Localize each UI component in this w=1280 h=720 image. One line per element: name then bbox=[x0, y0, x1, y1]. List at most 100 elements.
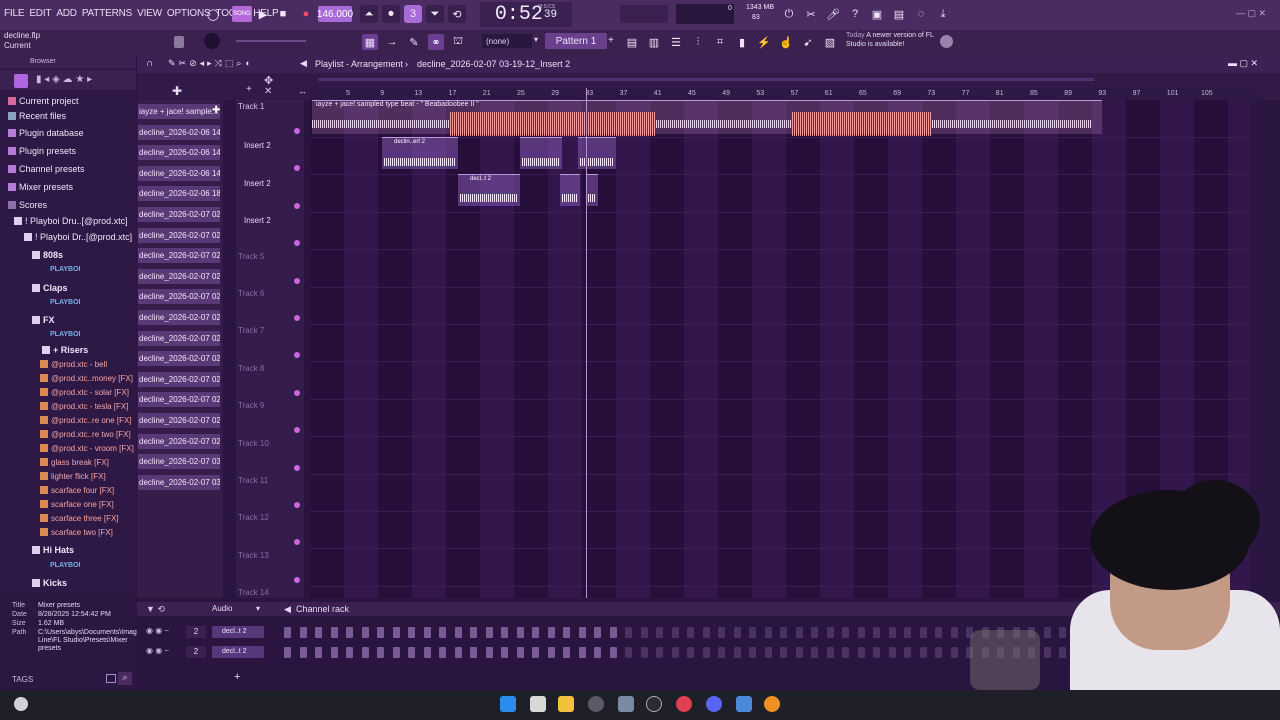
step-button[interactable] bbox=[578, 627, 586, 638]
playlist-tools[interactable]: ✎✂⊘◂▸⤨⬚⌕◖ bbox=[168, 58, 253, 69]
browser-folder-item[interactable]: Mixer presets bbox=[0, 182, 136, 192]
plugin-icon[interactable]: ⚡ bbox=[756, 34, 772, 50]
step-button[interactable] bbox=[330, 627, 338, 638]
step-button[interactable] bbox=[284, 627, 291, 638]
step-button[interactable] bbox=[392, 647, 400, 658]
track-header[interactable]: Track 13 bbox=[238, 551, 304, 560]
clip-source-item[interactable]: decline_2026-02-07 02-... bbox=[138, 433, 220, 449]
rack-filter[interactable]: Audio bbox=[212, 604, 232, 613]
browser-file-item[interactable]: scarface four [FX] bbox=[0, 486, 136, 495]
playhead[interactable] bbox=[586, 88, 587, 598]
rack-filter-dropdown-icon[interactable]: ▾ bbox=[256, 604, 260, 613]
horizontal-scrollbar[interactable] bbox=[318, 78, 1094, 81]
step-button[interactable] bbox=[733, 647, 741, 658]
browser-folder-item[interactable]: 808s bbox=[0, 250, 136, 260]
track-header[interactable]: Track 6 bbox=[238, 289, 304, 298]
track-header[interactable]: Track 9 bbox=[238, 401, 304, 410]
record-button[interactable]: ● bbox=[297, 5, 315, 23]
browser-file-item[interactable]: @prod.xtc..money [FX] bbox=[0, 374, 136, 383]
browser-tool-icons[interactable]: ▮ ◂ ◈ ☁ ★ ▸ bbox=[36, 74, 92, 85]
rack-menu-icon[interactable]: ▼ ⟲ bbox=[146, 604, 165, 615]
add-pattern-icon[interactable]: + bbox=[608, 35, 614, 46]
file-viewer-icon[interactable] bbox=[530, 696, 546, 712]
step-button[interactable] bbox=[687, 627, 694, 638]
step-button[interactable] bbox=[950, 627, 958, 638]
clip-source-item[interactable]: decline_2026-02-07 02-... bbox=[138, 330, 220, 346]
file-explorer-icon[interactable] bbox=[558, 696, 574, 712]
step-button[interactable] bbox=[377, 647, 384, 658]
step-button[interactable] bbox=[795, 627, 803, 638]
menu-edit[interactable]: EDIT bbox=[29, 8, 51, 19]
step-button[interactable] bbox=[594, 627, 601, 638]
channel-knobs[interactable]: ◉ ◉ − bbox=[146, 646, 169, 655]
step-button[interactable] bbox=[733, 627, 741, 638]
step-button[interactable] bbox=[408, 627, 415, 638]
clip-source-item[interactable]: decline_2026-02-07 02-... bbox=[138, 227, 220, 243]
loop-record-icon[interactable]: ⟲ bbox=[448, 5, 466, 23]
snap-arrow-icon[interactable]: → bbox=[384, 34, 400, 50]
step-button[interactable] bbox=[439, 647, 446, 658]
step-button[interactable] bbox=[935, 627, 942, 638]
time-display[interactable]: 0:52 39 bbox=[480, 2, 572, 27]
browser-folder-item[interactable]: Current project bbox=[0, 96, 136, 106]
step-button[interactable] bbox=[935, 647, 942, 658]
track-mute-toggle[interactable] bbox=[294, 389, 300, 396]
step-button[interactable] bbox=[532, 627, 539, 638]
step-button[interactable] bbox=[873, 627, 880, 638]
clip-source-item[interactable]: decline_2026-02-07 02-... bbox=[138, 392, 220, 408]
store-icon[interactable]: ▧ bbox=[822, 34, 838, 50]
step-button[interactable] bbox=[888, 647, 896, 658]
step-button[interactable] bbox=[609, 627, 617, 638]
channel-rack-icon[interactable]: ☰ bbox=[668, 34, 684, 50]
step-button[interactable] bbox=[625, 627, 632, 638]
step-button[interactable] bbox=[702, 647, 710, 658]
step-button[interactable] bbox=[919, 647, 927, 658]
clip-source-item[interactable]: decline_2026-02-06 14-... bbox=[138, 145, 220, 161]
step-button[interactable] bbox=[625, 647, 632, 658]
power-icon[interactable]: ⏻ bbox=[780, 5, 798, 23]
channel-name-button[interactable]: decl..t 2 bbox=[212, 646, 264, 658]
step-button[interactable] bbox=[563, 647, 570, 658]
metronome-icon[interactable]: ⏶ bbox=[360, 5, 378, 23]
track-header[interactable]: Insert 2 bbox=[244, 216, 310, 225]
record-mode-icon[interactable]: ◯ bbox=[204, 5, 222, 23]
clip-source-item[interactable]: decline_2026-02-06 18-... bbox=[138, 186, 220, 202]
clip-source-item[interactable]: decline_2026-02-07 02-... bbox=[138, 289, 220, 305]
step-button[interactable] bbox=[749, 627, 756, 638]
step-button[interactable] bbox=[640, 647, 648, 658]
step-button[interactable] bbox=[547, 647, 555, 658]
step-button[interactable] bbox=[346, 647, 353, 658]
clip-source-item[interactable]: decline_2026-02-07 02-... bbox=[138, 310, 220, 325]
step-button[interactable] bbox=[857, 627, 865, 638]
step-button[interactable] bbox=[656, 647, 663, 658]
step-button[interactable] bbox=[904, 647, 911, 658]
touch-icon[interactable]: ☝ bbox=[778, 34, 794, 50]
browser-folder-item[interactable]: Plugin database bbox=[0, 128, 136, 138]
step-button[interactable] bbox=[299, 647, 307, 658]
song-mode-button[interactable]: SONG bbox=[232, 6, 252, 22]
channel-mixer-number[interactable]: 2 bbox=[186, 646, 206, 658]
browser-folder-item[interactable]: Scores bbox=[0, 200, 136, 210]
add-channel-button[interactable]: + bbox=[234, 671, 240, 683]
pattern-picker-icon[interactable]: ✚ bbox=[172, 84, 182, 98]
stamp-icon[interactable]: ⛫ bbox=[450, 34, 466, 50]
browser-file-item[interactable]: scarface three [FX] bbox=[0, 514, 136, 523]
capture-icon[interactable] bbox=[646, 696, 662, 712]
add-track-icon[interactable]: + bbox=[246, 84, 252, 95]
browser-all-icon[interactable] bbox=[14, 74, 28, 88]
browser-folder-item[interactable]: Plugin presets bbox=[0, 146, 136, 156]
menu-view[interactable]: VIEW bbox=[137, 8, 162, 19]
menu-add[interactable]: ADD bbox=[56, 8, 77, 19]
browser-folder-item[interactable]: + Risers bbox=[0, 345, 136, 355]
clip-source-item[interactable]: decline_2026-02-07 02-... bbox=[138, 268, 220, 284]
track-header[interactable]: Insert 2 bbox=[244, 141, 310, 150]
step-button[interactable] bbox=[749, 647, 756, 658]
master-volume-knob[interactable] bbox=[204, 33, 220, 49]
pattern-dropdown-icon[interactable]: ▾ bbox=[534, 35, 538, 44]
track-header[interactable]: Insert 2 bbox=[244, 179, 310, 188]
step-button[interactable] bbox=[888, 627, 896, 638]
track-header[interactable]: Track 7 bbox=[238, 326, 304, 335]
pattern-selector-none[interactable]: (none) bbox=[482, 34, 532, 48]
step-button[interactable] bbox=[377, 627, 384, 638]
globe-icon[interactable] bbox=[940, 35, 953, 48]
